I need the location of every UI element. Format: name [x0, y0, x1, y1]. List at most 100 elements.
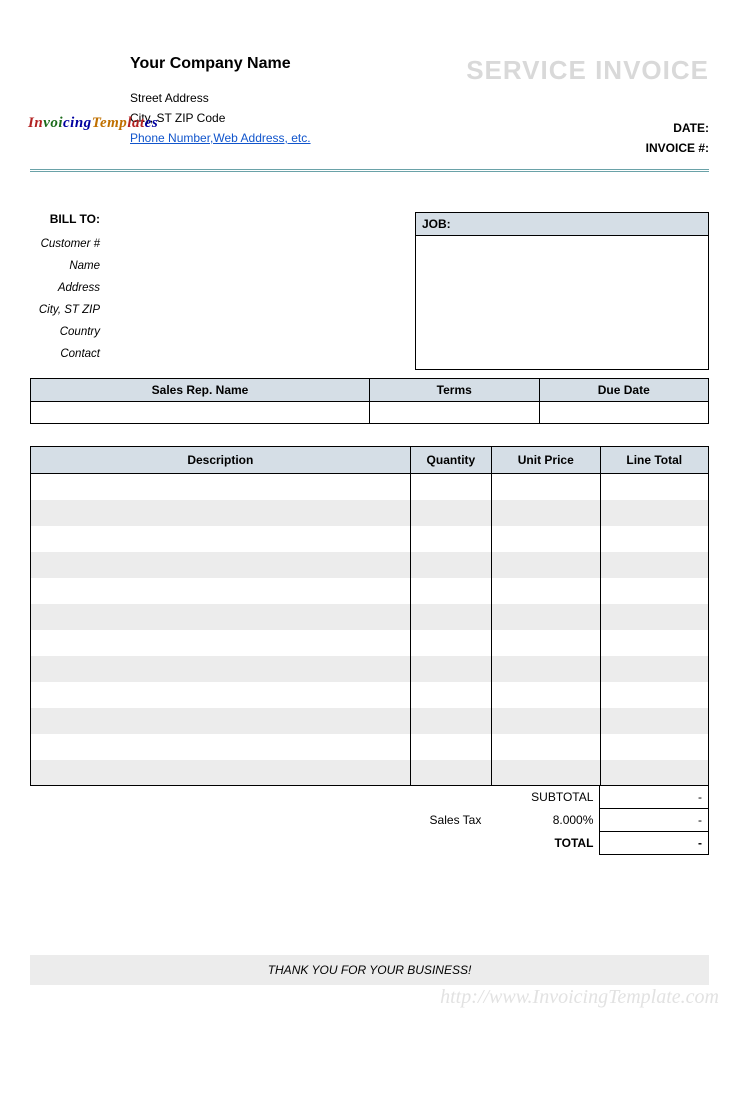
item-cell	[492, 474, 600, 500]
billto-job-section: BILL TO: Customer # Name Address City, S…	[30, 212, 709, 370]
item-cell	[600, 708, 708, 734]
job-box: JOB:	[415, 212, 709, 370]
salestax-value: -	[600, 809, 709, 832]
item-cell	[410, 578, 491, 604]
total-value: -	[600, 832, 709, 855]
billto-label-name: Name	[30, 260, 100, 272]
item-row	[31, 474, 709, 500]
item-row	[31, 604, 709, 630]
item-cell	[600, 656, 708, 682]
items-table: Description Quantity Unit Price Line Tot…	[30, 446, 709, 786]
items-header-linetotal: Line Total	[600, 447, 708, 474]
thank-you-footer: THANK YOU FOR YOUR BUSINESS!	[30, 955, 709, 985]
item-cell	[492, 500, 600, 526]
item-cell	[410, 500, 491, 526]
bill-to-block: BILL TO: Customer # Name Address City, S…	[30, 212, 415, 370]
item-cell	[492, 708, 600, 734]
header-right: SERVICE INVOICE DATE: INVOICE #:	[466, 55, 709, 161]
item-cell	[31, 474, 411, 500]
item-cell	[600, 604, 708, 630]
invoice-page: InvoicingTemplates Your Company Name Str…	[0, 0, 739, 1015]
item-row	[31, 630, 709, 656]
item-cell	[492, 604, 600, 630]
meta-header-salesrep: Sales Rep. Name	[31, 379, 370, 402]
meta-table: Sales Rep. Name Terms Due Date	[30, 378, 709, 424]
item-cell	[600, 734, 708, 760]
items-header-unitprice: Unit Price	[492, 447, 600, 474]
subtotal-label: SUBTOTAL	[491, 786, 600, 809]
meta-row	[31, 402, 709, 424]
items-header-description: Description	[31, 447, 411, 474]
item-cell	[600, 526, 708, 552]
item-cell	[492, 656, 600, 682]
item-cell	[492, 760, 600, 786]
meta-header-duedate: Due Date	[539, 379, 709, 402]
item-cell	[600, 682, 708, 708]
bill-to-title: BILL TO:	[30, 212, 100, 226]
item-cell	[410, 760, 491, 786]
item-cell	[492, 630, 600, 656]
item-row	[31, 708, 709, 734]
item-cell	[410, 604, 491, 630]
item-cell	[31, 760, 411, 786]
billto-label-customer: Customer #	[30, 238, 100, 250]
totals-table: SUBTOTAL - Sales Tax 8.000% - TOTAL -	[30, 786, 709, 855]
item-cell	[600, 760, 708, 786]
meta-terms	[370, 402, 540, 424]
item-cell	[600, 578, 708, 604]
date-label: DATE:	[673, 121, 709, 135]
item-cell	[492, 578, 600, 604]
item-row	[31, 500, 709, 526]
item-row	[31, 734, 709, 760]
item-cell	[31, 630, 411, 656]
item-cell	[492, 682, 600, 708]
divider	[30, 169, 709, 172]
item-cell	[410, 526, 491, 552]
billto-label-country: Country	[30, 326, 100, 338]
job-label: JOB:	[416, 213, 708, 236]
item-cell	[410, 682, 491, 708]
item-cell	[410, 630, 491, 656]
meta-header-terms: Terms	[370, 379, 540, 402]
item-row	[31, 682, 709, 708]
item-cell	[410, 734, 491, 760]
item-cell	[31, 604, 411, 630]
item-cell	[600, 500, 708, 526]
salestax-label: Sales Tax	[410, 809, 491, 832]
header: Your Company Name Street Address City, S…	[30, 55, 709, 161]
item-cell	[31, 734, 411, 760]
item-cell	[600, 630, 708, 656]
item-cell	[31, 500, 411, 526]
item-row	[31, 526, 709, 552]
items-header-quantity: Quantity	[410, 447, 491, 474]
item-cell	[31, 578, 411, 604]
item-cell	[410, 656, 491, 682]
logo: InvoicingTemplates	[28, 115, 158, 132]
contact-link[interactable]: Phone Number,Web Address, etc.	[130, 131, 311, 145]
item-cell	[31, 526, 411, 552]
item-cell	[410, 552, 491, 578]
total-label: TOTAL	[491, 832, 600, 855]
invoice-no-label: INVOICE #:	[646, 141, 709, 155]
meta-duedate	[539, 402, 709, 424]
salestax-rate: 8.000%	[491, 809, 600, 832]
item-row	[31, 760, 709, 786]
item-row	[31, 552, 709, 578]
invoice-title: SERVICE INVOICE	[466, 55, 709, 86]
item-cell	[31, 682, 411, 708]
item-cell	[410, 474, 491, 500]
company-name: Your Company Name	[130, 55, 311, 73]
item-cell	[492, 734, 600, 760]
item-cell	[600, 552, 708, 578]
billto-label-address: Address	[30, 282, 100, 294]
item-cell	[31, 656, 411, 682]
billto-label-contact: Contact	[30, 348, 100, 360]
item-cell	[492, 526, 600, 552]
item-row	[31, 656, 709, 682]
street-address: Street Address	[130, 91, 311, 105]
subtotal-value: -	[600, 786, 709, 809]
item-row	[31, 578, 709, 604]
meta-salesrep	[31, 402, 370, 424]
item-cell	[31, 708, 411, 734]
billto-label-citystzip: City, ST ZIP	[30, 304, 100, 316]
